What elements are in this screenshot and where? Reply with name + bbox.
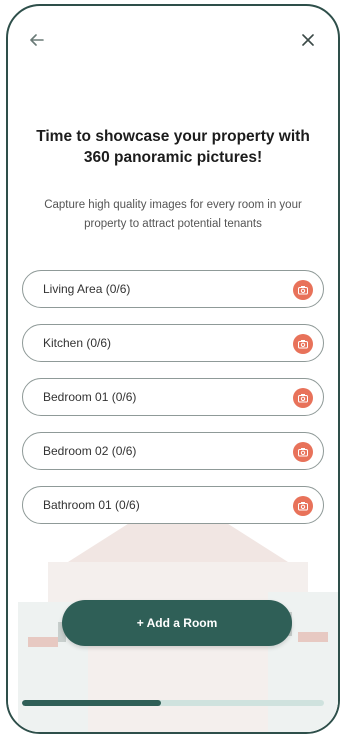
camera-button[interactable] (293, 334, 313, 354)
camera-icon (298, 286, 308, 295)
progress-bar-fill (22, 700, 161, 706)
room-label: Bedroom 01 (0/6) (43, 390, 137, 404)
room-item-living-area[interactable]: Living Area (0/6) (22, 270, 324, 308)
camera-button[interactable] (293, 442, 313, 462)
phone-frame: Time to showcase your property with 360 … (6, 4, 340, 734)
camera-button[interactable] (293, 496, 313, 516)
camera-icon (298, 448, 308, 457)
room-item-bedroom-02[interactable]: Bedroom 02 (0/6) (22, 432, 324, 470)
add-room-button[interactable]: + Add a Room (62, 600, 292, 646)
camera-button[interactable] (293, 280, 313, 300)
page-subtitle: Capture high quality images for every ro… (44, 199, 302, 230)
progress-bar (22, 700, 324, 706)
room-item-bathroom-01[interactable]: Bathroom 01 (0/6) (22, 486, 324, 524)
room-item-kitchen[interactable]: Kitchen (0/6) (22, 324, 324, 362)
arrow-left-icon (30, 34, 44, 46)
room-label: Bedroom 02 (0/6) (43, 444, 137, 458)
back-button[interactable] (30, 28, 54, 52)
close-button[interactable] (296, 28, 320, 52)
page-title: Time to showcase your property with 360 … (18, 126, 328, 168)
room-item-bedroom-01[interactable]: Bedroom 01 (0/6) (22, 378, 324, 416)
title-line-1: Time to showcase your property with (36, 128, 310, 145)
room-label: Kitchen (0/6) (43, 336, 112, 350)
room-label: Living Area (0/6) (43, 282, 131, 296)
title-line-2: 360 panoramic pictures! (83, 149, 263, 166)
close-icon (302, 34, 314, 46)
room-label: Bathroom 01 (0/6) (43, 498, 140, 512)
camera-button[interactable] (293, 388, 313, 408)
camera-icon (298, 340, 308, 349)
room-list: Living Area (0/6) Kitchen (0/6) Bedroom … (22, 270, 324, 540)
camera-icon (298, 502, 308, 511)
camera-icon (298, 394, 308, 403)
top-nav (30, 28, 320, 52)
